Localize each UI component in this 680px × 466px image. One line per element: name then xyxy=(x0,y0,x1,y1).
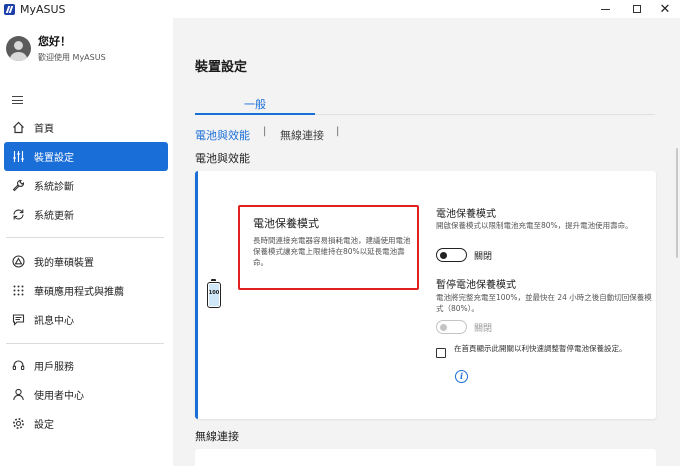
sidebar-item-label: 設定 xyxy=(34,420,54,431)
sidebar-divider xyxy=(6,237,164,238)
sidebar: 您好！ 歡迎使用 MyASUS 首頁 裝置設定 系統診斷 系統更新 我的華碩裝置 xyxy=(0,18,173,466)
user-greeting: 您好！ xyxy=(38,35,71,48)
tab-active-indicator xyxy=(195,113,315,115)
home-icon xyxy=(10,120,26,136)
section-title-battery: 電池與效能 xyxy=(195,152,250,165)
battery-care-description: 長時間連接充電器容易損耗電池，建議使用電池保養模式讓充電上限維持在80%以延長電… xyxy=(253,236,411,267)
menu-icon[interactable] xyxy=(12,96,23,104)
message-icon xyxy=(10,312,26,328)
user-profile[interactable]: 您好！ 歡迎使用 MyASUS xyxy=(6,33,106,63)
close-button[interactable]: ✕ xyxy=(650,0,680,18)
battery-care-info-highlight: 電池保養模式 長時間連接充電器容易損耗電池，建議使用電池保養模式讓充電上限維持在… xyxy=(238,205,419,290)
sidebar-item-messages[interactable]: 訊息中心 xyxy=(4,305,168,334)
sidebar-item-settings[interactable]: 設定 xyxy=(4,409,168,438)
window-title: MyASUS xyxy=(20,2,66,16)
sidebar-item-my-devices[interactable]: 我的華碩裝置 xyxy=(4,247,168,276)
sidebar-item-update[interactable]: 系統更新 xyxy=(4,200,168,229)
sidebar-item-label: 我的華碩裝置 xyxy=(34,258,94,269)
maximize-button[interactable] xyxy=(622,0,652,18)
main-content: 裝置設定 一般 電池與效能 | 無線連接 | 電池與效能 100 電池保養模式 … xyxy=(173,18,680,466)
apps-grid-icon xyxy=(10,283,26,299)
sidebar-item-apps[interactable]: 華碩應用程式與推薦 xyxy=(4,276,168,305)
battery-care-mode-toggle[interactable] xyxy=(436,248,467,262)
maximize-icon xyxy=(633,5,641,13)
show-on-homepage-label: 在首頁顯示此開關以利快速調整暫停電池保養設定。 xyxy=(454,344,627,353)
sidebar-item-label: 用戶服務 xyxy=(34,362,74,373)
section-title-wireless: 無線連接 xyxy=(195,430,239,443)
sidebar-item-customer-service[interactable]: 用戶服務 xyxy=(4,351,168,380)
myasus-logo-icon xyxy=(4,3,15,15)
sidebar-item-label: 華碩應用程式與推薦 xyxy=(34,287,124,298)
battery-icon: 100 xyxy=(207,279,221,308)
subtab-separator: | xyxy=(336,126,340,137)
page-title: 裝置設定 xyxy=(195,60,248,75)
minimize-icon xyxy=(600,8,610,10)
avatar xyxy=(6,35,31,61)
battery-care-card: 100 電池保養模式 長時間連接充電器容易損耗電池，建議使用電池保養模式讓充電上… xyxy=(195,171,656,419)
sidebar-item-diagnosis[interactable]: 系統診斷 xyxy=(4,171,168,200)
sidebar-divider xyxy=(6,343,164,344)
title-bar: MyASUS ✕ xyxy=(0,0,680,18)
sliders-icon xyxy=(10,149,26,165)
user-welcome: 歡迎使用 MyASUS xyxy=(38,53,106,62)
subtab-separator: | xyxy=(263,126,267,137)
show-on-homepage-checkbox[interactable] xyxy=(436,348,446,358)
subtab-battery-performance[interactable]: 電池與效能 xyxy=(195,127,250,143)
subtab-wireless[interactable]: 無線連接 xyxy=(280,127,324,143)
pause-battery-care-title: 暫停電池保養模式 xyxy=(436,280,516,291)
wireless-card xyxy=(195,449,656,466)
sidebar-item-device-settings[interactable]: 裝置設定 xyxy=(4,142,168,171)
toggle-knob xyxy=(440,323,447,331)
scrollbar[interactable] xyxy=(676,148,678,258)
battery-care-mode-description: 開啟保養模式以限制電池充電至80%，提升電池使用壽命。 xyxy=(436,221,633,230)
person-icon xyxy=(10,387,26,403)
sidebar-item-home[interactable]: 首頁 xyxy=(4,113,168,142)
headset-icon xyxy=(10,358,26,374)
gear-icon xyxy=(10,416,26,432)
sidebar-item-label: 首頁 xyxy=(34,124,54,135)
battery-care-title: 電池保養模式 xyxy=(253,217,319,230)
sidebar-item-label: 裝置設定 xyxy=(34,153,74,164)
triangle-icon xyxy=(10,254,26,270)
sidebar-item-label: 系統更新 xyxy=(34,211,74,222)
update-icon xyxy=(10,207,26,223)
sidebar-item-label: 訊息中心 xyxy=(34,316,74,327)
pause-battery-care-toggle[interactable] xyxy=(436,320,467,334)
battery-care-mode-toggle-label: 關閉 xyxy=(474,252,493,262)
sidebar-item-label: 系統診斷 xyxy=(34,182,74,193)
battery-care-mode-title: 電池保養模式 xyxy=(436,209,496,220)
tab-divider xyxy=(315,114,655,115)
tab-general[interactable]: 一般 xyxy=(195,96,315,112)
battery-level-text: 100 xyxy=(208,290,220,296)
wrench-icon xyxy=(10,178,26,194)
info-icon[interactable]: i xyxy=(455,370,468,383)
pause-battery-care-description: 電池將完整充電至100%，並最快在 24 小時之後自動切回保養模式（80%）。 xyxy=(436,293,652,313)
sidebar-item-user-center[interactable]: 使用者中心 xyxy=(4,380,168,409)
sidebar-item-label: 使用者中心 xyxy=(34,391,84,402)
minimize-button[interactable] xyxy=(590,0,620,18)
toggle-knob xyxy=(440,251,447,259)
pause-battery-care-toggle-label: 關閉 xyxy=(474,324,493,334)
